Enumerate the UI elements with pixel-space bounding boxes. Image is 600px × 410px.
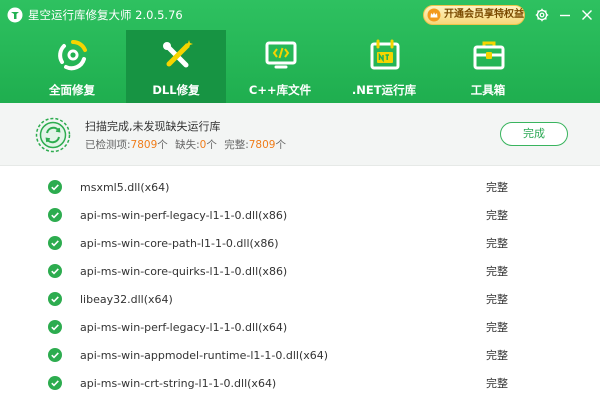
dll-wrench-icon [163, 40, 193, 68]
check-circle-icon [48, 180, 62, 194]
dll-status: 完整 [486, 377, 508, 390]
dll-name: api-ms-win-core-path-l1-1-0.dll(x86) [80, 237, 279, 250]
scan-complete-icon [35, 117, 71, 153]
check-circle-icon [48, 348, 62, 362]
scan-status-counts: 已检测项:7809个 缺失:0个 完整:7809个 [85, 139, 286, 152]
check-circle-icon [48, 320, 62, 334]
check-circle-icon [48, 264, 62, 278]
vip-button-label: 开通会员享特权益 [444, 9, 524, 20]
tab-cpp-library[interactable]: C++库文件 [230, 30, 330, 103]
dll-name: api-ms-win-perf-legacy-l1-1-0.dll(x64) [80, 321, 288, 334]
crown-icon [427, 8, 441, 22]
missing-unit: 个 [206, 139, 217, 151]
list-item: api-ms-win-core-quirks-l1-1-0.dll(x86) 完… [0, 257, 600, 285]
check-circle-icon [48, 376, 62, 390]
cpp-code-icon [265, 41, 297, 69]
check-circle-icon [48, 292, 62, 306]
complete-label: 完整: [224, 139, 249, 151]
tab-toolbox-label: 工具箱 [470, 83, 506, 97]
complete-count: 7809 [248, 139, 276, 151]
dll-status: 完整 [486, 209, 508, 222]
dll-status: 完整 [486, 321, 508, 334]
tab-dotnet-runtime[interactable]: .NET运行库 [334, 30, 434, 103]
detected-label: 已检测项: [85, 139, 131, 151]
list-item: libeay32.dll(x64) 完整 [0, 285, 600, 313]
dll-status: 完整 [486, 181, 508, 194]
dll-name: api-ms-win-core-quirks-l1-1-0.dll(x86) [80, 265, 288, 278]
app-title: 星空运行库修复大师 2.0.5.76 [28, 8, 183, 22]
dll-list[interactable]: msxml5.dll(x64) 完整 api-ms-win-perf-legac… [0, 172, 600, 410]
refresh-cycle-icon [58, 40, 87, 71]
minimize-icon[interactable] [558, 8, 572, 22]
dll-name: api-ms-win-appmodel-runtime-l1-1-0.dll(x… [80, 349, 329, 362]
dll-name: api-ms-win-crt-string-l1-1-0.dll(x64) [80, 377, 277, 390]
tab-dll-repair[interactable]: DLL修复 [126, 30, 226, 103]
title-bar[interactable]: 星空运行库修复大师 2.0.5.76 开通会员享特权益 [0, 0, 600, 30]
vip-button[interactable]: 开通会员享特权益 [423, 5, 525, 25]
header: 星空运行库修复大师 2.0.5.76 开通会员享特权益 全面修复 DLL修复 C… [0, 0, 600, 103]
dll-status: 完整 [486, 293, 508, 306]
dll-status: 完整 [486, 265, 508, 278]
list-item: api-ms-win-crt-string-l1-1-0.dll(x64) 完整 [0, 369, 600, 397]
scan-status-title: 扫描完成,未发现缺失运行库 [85, 120, 221, 133]
tab-full-repair-label: 全面修复 [49, 83, 95, 97]
list-item: api-ms-win-core-path-l1-1-0.dll(x86) 完整 [0, 229, 600, 257]
tab-dotnet-runtime-label: .NET运行库 [351, 83, 417, 97]
detected-unit: 个 [157, 139, 168, 151]
tab-toolbox[interactable]: 工具箱 [438, 30, 538, 103]
dll-name: api-ms-win-perf-legacy-l1-1-0.dll(x86) [80, 209, 288, 222]
list-item: api-ms-win-appmodel-runtime-l1-1-0.dll(x… [0, 341, 600, 369]
missing-label: 缺失: [175, 139, 200, 151]
dll-name: libeay32.dll(x64) [80, 293, 173, 306]
list-item: api-ms-win-perf-legacy-l1-1-0.dll(x64) 完… [0, 313, 600, 341]
list-item: msxml5.dll(x64) 完整 [0, 173, 600, 201]
gear-icon[interactable] [535, 8, 549, 22]
close-icon[interactable] [580, 8, 594, 22]
check-circle-icon [48, 208, 62, 222]
tab-full-repair[interactable]: 全面修复 [22, 30, 122, 103]
list-item: api-ms-win-perf-legacy-l1-1-0.dll(x86) 完… [0, 201, 600, 229]
done-button[interactable]: 完成 [500, 122, 568, 146]
dll-status: 完整 [486, 349, 508, 362]
toolbox-icon [473, 41, 505, 70]
tab-cpp-library-label: C++库文件 [248, 83, 312, 97]
check-circle-icon [48, 236, 62, 250]
dll-status: 完整 [486, 237, 508, 250]
app-logo-icon [7, 7, 23, 23]
dll-name: msxml5.dll(x64) [80, 181, 170, 194]
dotnet-calendar-icon [370, 39, 400, 70]
detected-count: 7809 [130, 139, 158, 151]
tab-dll-repair-label: DLL修复 [152, 83, 200, 97]
complete-unit: 个 [275, 139, 286, 151]
